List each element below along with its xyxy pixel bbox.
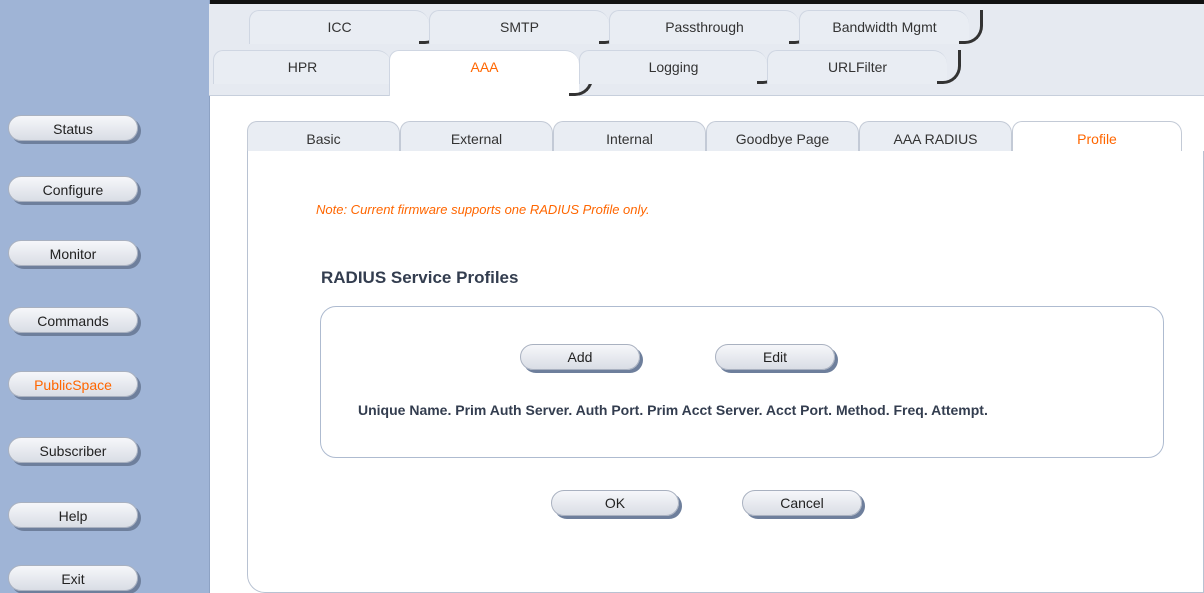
sub-tab-bar: Basic External Internal Goodbye Page AAA… [247, 121, 1204, 155]
tab-bandwidth-mgmt[interactable]: Bandwidth Mgmt [799, 10, 983, 44]
ok-button[interactable]: OK [551, 490, 679, 516]
tab-label: ICC [327, 19, 352, 35]
subtab-goodbye-page[interactable]: Goodbye Page [706, 121, 859, 155]
edit-button[interactable]: Edit [715, 344, 835, 370]
tab-passthrough[interactable]: Passthrough [609, 10, 813, 44]
tab-label: AAA [470, 59, 499, 75]
subtab-basic[interactable]: Basic [247, 121, 400, 155]
sidebar-item-exit[interactable]: Exit [8, 565, 138, 591]
tab-label: URLFilter [827, 59, 888, 75]
cancel-button[interactable]: Cancel [742, 490, 862, 516]
tab-curl [937, 50, 961, 84]
tab-label: Bandwidth Mgmt [832, 19, 937, 35]
firmware-note: Note: Current firmware supports one RADI… [316, 202, 650, 217]
sidebar-item-configure[interactable]: Configure [8, 176, 138, 202]
tab-logging[interactable]: Logging [579, 50, 781, 84]
tab-label: Passthrough [665, 19, 744, 35]
subtab-internal[interactable]: Internal [553, 121, 706, 155]
profile-list-box [320, 306, 1164, 458]
tab-label: SMTP [500, 19, 539, 35]
tab-aaa[interactable]: AAA [389, 50, 593, 96]
sidebar: Status Configure Monitor Commands Public… [0, 0, 210, 593]
sidebar-item-commands[interactable]: Commands [8, 307, 138, 333]
tab-label: Logging [648, 59, 699, 75]
sidebar-item-monitor[interactable]: Monitor [8, 240, 138, 266]
tab-curl [959, 10, 983, 44]
tab-urlfilter[interactable]: URLFilter [767, 50, 961, 84]
sidebar-item-subscriber[interactable]: Subscriber [8, 437, 138, 463]
tab-icc[interactable]: ICC [249, 10, 443, 44]
tab-hpr[interactable]: HPR [213, 50, 391, 84]
subtab-aaa-radius[interactable]: AAA RADIUS [859, 121, 1012, 155]
sidebar-item-publicspace[interactable]: PublicSpace [8, 371, 138, 397]
sidebar-item-help[interactable]: Help [8, 502, 138, 528]
sidebar-item-status[interactable]: Status [8, 115, 138, 141]
section-title: RADIUS Service Profiles [321, 268, 519, 287]
subtab-profile[interactable]: Profile [1012, 121, 1182, 155]
subtab-external[interactable]: External [400, 121, 553, 155]
tab-row-2: HPR AAA Logging URLFilter [209, 44, 1204, 96]
profile-columns-header: Unique Name. Prim Auth Server. Auth Port… [358, 402, 988, 418]
tab-row-1: ICC SMTP Passthrough Bandwidth Mgmt [209, 4, 1204, 44]
tab-label: HPR [287, 59, 318, 75]
add-button[interactable]: Add [520, 344, 640, 370]
tab-smtp[interactable]: SMTP [429, 10, 623, 44]
